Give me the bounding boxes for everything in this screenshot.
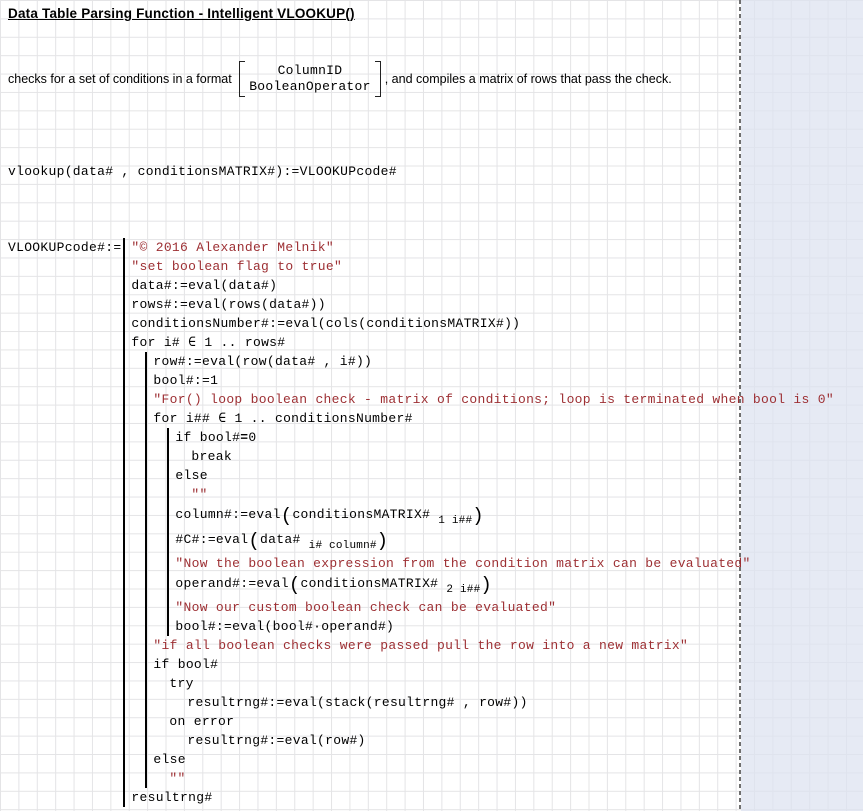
code-line-for-outer: for i# ∈ 1 .. rows# <box>131 333 834 352</box>
for-outer-block: row#:=eval(row(data# , i#)) bool#:=1 "Fo… <box>145 352 834 788</box>
code-line-bool-eval: bool#:=eval(bool#·operand#) <box>175 617 834 636</box>
program-block: "© 2016 Alexander Melnik" "set boolean f… <box>123 238 834 807</box>
close-paren: ) <box>472 505 484 527</box>
code-line-else2: else <box>153 750 834 769</box>
page-title[interactable]: Data Table Parsing Function - Intelligen… <box>8 6 355 21</box>
code-line-rows-eval: rows#:=eval(rows(data#)) <box>131 295 834 314</box>
program-label: VLOOKUPcode#:= <box>8 238 121 257</box>
code-line-cond-number: conditionsNumber#:=eval(cols(conditionsM… <box>131 314 834 333</box>
code-line-operand: operand#:=eval(conditionsMATRIX# 2 i##) <box>175 573 834 598</box>
open-paren: ( <box>281 505 293 527</box>
code-line-set-flag: "set boolean flag to true" <box>131 257 834 276</box>
code-line-column: column#:=eval(conditionsMATRIX# 1 i##) <box>175 504 834 529</box>
open-paren: ( <box>248 530 260 552</box>
matrix-right-bracket <box>375 61 381 97</box>
open-paren: ( <box>289 574 301 596</box>
code-line-if-zero: if bool#=0 <box>175 428 834 447</box>
close-paren: ) <box>377 530 389 552</box>
code-line-row-eval: row#:=eval(row(data# , i#)) <box>153 352 834 371</box>
matrix-subscript: i# column# <box>309 540 377 552</box>
description-suffix: , and compiles a matrix of rows that pas… <box>385 72 672 86</box>
matrix-subscript: 2 i## <box>446 584 480 596</box>
code-line-result-out: resultrng# <box>131 788 834 807</box>
for-inner-block: if bool#=0 break else "" column#:=eval(c… <box>167 428 834 636</box>
code-line-result-stack: resultrng#:=eval(stack(resultrng# , row#… <box>153 693 834 712</box>
code-line-result-row: resultrng#:=eval(row#) <box>153 731 834 750</box>
code-line-expr-comment: "Now the boolean expression from the con… <box>175 554 834 573</box>
code-line-on-error: on error <box>153 712 834 731</box>
matrix-row-booleanoperator: BooleanOperator <box>249 79 371 95</box>
vlookupcode-program[interactable]: VLOOKUPcode#:= "© 2016 Alexander Melnik"… <box>8 238 834 807</box>
code-line-try: try <box>153 674 834 693</box>
worksheet: Data Table Parsing Function - Intelligen… <box>0 0 863 811</box>
code-line-empty-string: "" <box>175 485 834 504</box>
code-line-data-eval: data#:=eval(data#) <box>131 276 834 295</box>
code-line-custom-comment: "Now our custom boolean check can be eva… <box>175 598 834 617</box>
code-line-copyright: "© 2016 Alexander Melnik" <box>131 238 834 257</box>
code-line-for-comment: "For() loop boolean check - matrix of co… <box>153 390 834 409</box>
code-line-break: break <box>175 447 834 466</box>
code-line-bool-init: bool#:=1 <box>153 371 834 390</box>
close-paren: ) <box>480 574 492 596</box>
code-line-pull-comment: "if all boolean checks were passed pull … <box>153 636 834 655</box>
matrix-subscript: 1 i## <box>438 515 472 527</box>
code-line-for-inner: for i## ∈ 1 .. conditionsNumber# <box>153 409 834 428</box>
code-line-else: else <box>175 466 834 485</box>
description-region[interactable]: checks for a set of conditions in a form… <box>8 56 672 102</box>
vlookup-definition[interactable]: vlookup(data# , conditionsMATRIX#):=VLOO… <box>8 164 397 179</box>
matrix-row-columnid: ColumnID <box>278 63 343 79</box>
description-prefix: checks for a set of conditions in a form… <box>8 72 235 86</box>
code-line-cell: #C#:=eval(data# i# column#) <box>175 529 834 554</box>
condition-format-matrix: ColumnID BooleanOperator <box>239 61 381 97</box>
code-line-empty-string2: "" <box>153 769 834 788</box>
code-line-if-bool: if bool# <box>153 655 834 674</box>
